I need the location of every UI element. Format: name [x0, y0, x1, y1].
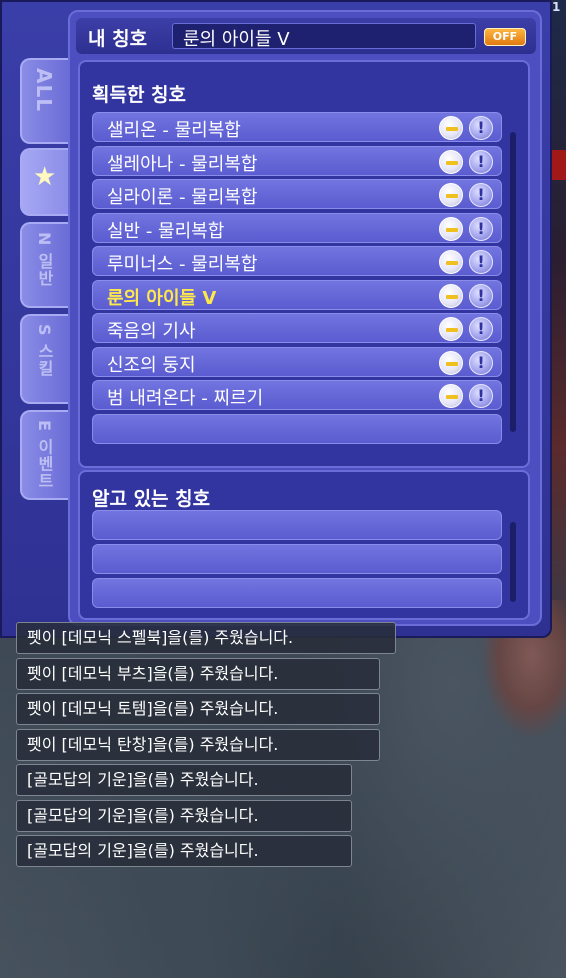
- title-row[interactable]: 루미너스 - 물리복합!: [92, 246, 502, 276]
- title-row[interactable]: 죽음의 기사!: [92, 313, 502, 343]
- info-icon[interactable]: !: [469, 149, 493, 174]
- chat-message: [골모답의 기운]을(를) 주웠습니다.: [16, 835, 352, 867]
- acquired-scrollbar[interactable]: [510, 132, 516, 432]
- hud-number: 1: [552, 0, 561, 14]
- known-title-row[interactable]: [92, 510, 502, 540]
- known-title-row[interactable]: [92, 544, 502, 574]
- title-row[interactable]: 실반 - 물리복합!: [92, 212, 502, 243]
- current-title-bar: 내 칭호 룬의 아이들 Ⅴ OFF: [76, 18, 536, 54]
- known-heading: 알고 있는 칭호: [92, 488, 211, 510]
- tab-event-label: E 이벤트: [35, 420, 54, 490]
- title-row-label: 실반 - 물리복합: [107, 220, 225, 242]
- title-row[interactable]: 샐리온 - 물리복합!: [92, 112, 502, 142]
- title-window: ALL ★ N 일반 S 스킬 E 이벤트 내 칭호 룬의 아이들 Ⅴ OFF …: [0, 0, 552, 638]
- title-row-label: 범 내려온다 - 찌르기: [107, 388, 264, 409]
- title-panel: 내 칭호 룬의 아이들 Ⅴ OFF 획득한 칭호 샐리온 - 물리복합! 샐레아나…: [68, 10, 542, 626]
- chat-message: 펫이 [데모닉 스펠북]을(를) 주웠습니다.: [16, 622, 396, 654]
- info-icon[interactable]: !: [469, 317, 493, 341]
- known-title-row[interactable]: [92, 578, 502, 608]
- title-row[interactable]: [92, 413, 502, 444]
- title-row-label: 루미너스 - 물리복합: [107, 254, 258, 275]
- star-icon: ★: [33, 162, 57, 192]
- known-titles-section: 알고 있는 칭호: [78, 470, 530, 620]
- title-row[interactable]: 신조의 둥지!: [92, 346, 502, 377]
- remove-title-button[interactable]: [439, 183, 463, 207]
- remove-title-button[interactable]: [439, 317, 463, 341]
- title-row-label: 죽음의 기사: [107, 321, 196, 342]
- info-icon[interactable]: !: [469, 216, 493, 241]
- title-row-label: 샐레아나 - 물리복합: [107, 153, 258, 175]
- remove-title-button[interactable]: [439, 216, 463, 241]
- info-icon[interactable]: !: [469, 283, 493, 308]
- info-icon[interactable]: !: [469, 350, 493, 375]
- remove-title-button[interactable]: [439, 283, 463, 308]
- info-icon[interactable]: !: [469, 116, 493, 140]
- chat-message: 펫이 [데모닉 토템]을(를) 주웠습니다.: [16, 693, 380, 725]
- tab-all[interactable]: ALL: [20, 58, 70, 144]
- tab-normal[interactable]: N 일반: [20, 222, 70, 308]
- title-row-label: 룬의 아이들 Ⅴ: [107, 287, 217, 309]
- chat-message: [골모답의 기운]을(를) 주웠습니다.: [16, 799, 352, 832]
- title-row-label: 샐리온 - 물리복합: [107, 120, 241, 141]
- chat-message: 펫이 [데모닉 부츠]을(를) 주웠습니다.: [16, 657, 380, 690]
- remove-title-button[interactable]: [439, 149, 463, 174]
- title-row[interactable]: 샐레아나 - 물리복합!: [92, 145, 502, 176]
- acquired-titles-section: 획득한 칭호 샐리온 - 물리복합! 샐레아나 - 물리복합! 실라이론 - 물리복…: [78, 60, 530, 468]
- tab-event[interactable]: E 이벤트: [20, 410, 70, 500]
- tab-all-label: ALL: [32, 68, 56, 112]
- tab-skill-label: S 스킬: [35, 324, 54, 378]
- title-row-label: 실라이론 - 물리복합: [107, 187, 258, 208]
- remove-title-button[interactable]: [439, 116, 463, 140]
- known-scrollbar[interactable]: [510, 522, 516, 602]
- acquired-heading: 획득한 칭호: [92, 84, 187, 106]
- info-icon[interactable]: !: [469, 183, 493, 207]
- title-row[interactable]: 실라이론 - 물리복합!: [92, 179, 502, 209]
- title-row[interactable]: 범 내려온다 - 찌르기!: [92, 380, 502, 410]
- info-icon[interactable]: !: [469, 384, 493, 408]
- title-row-label: 신조의 둥지: [107, 354, 196, 376]
- remove-title-button[interactable]: [439, 350, 463, 375]
- panel-title: 내 칭호: [88, 28, 148, 50]
- tab-skill[interactable]: S 스킬: [20, 314, 70, 404]
- info-icon[interactable]: !: [469, 250, 493, 274]
- tab-normal-label: N 일반: [35, 232, 54, 287]
- title-row[interactable]: 룬의 아이들 Ⅴ!: [92, 279, 502, 310]
- remove-title-button[interactable]: [439, 250, 463, 274]
- tab-favorites[interactable]: ★: [20, 148, 70, 216]
- chat-message: 펫이 [데모닉 탄창]을(를) 주웠습니다.: [16, 728, 380, 761]
- remove-title-button[interactable]: [439, 384, 463, 408]
- off-toggle-button[interactable]: OFF: [484, 28, 526, 46]
- chat-message: [골모답의 기운]을(를) 주웠습니다.: [16, 764, 352, 796]
- current-title-field[interactable]: 룬의 아이들 Ⅴ: [172, 23, 476, 49]
